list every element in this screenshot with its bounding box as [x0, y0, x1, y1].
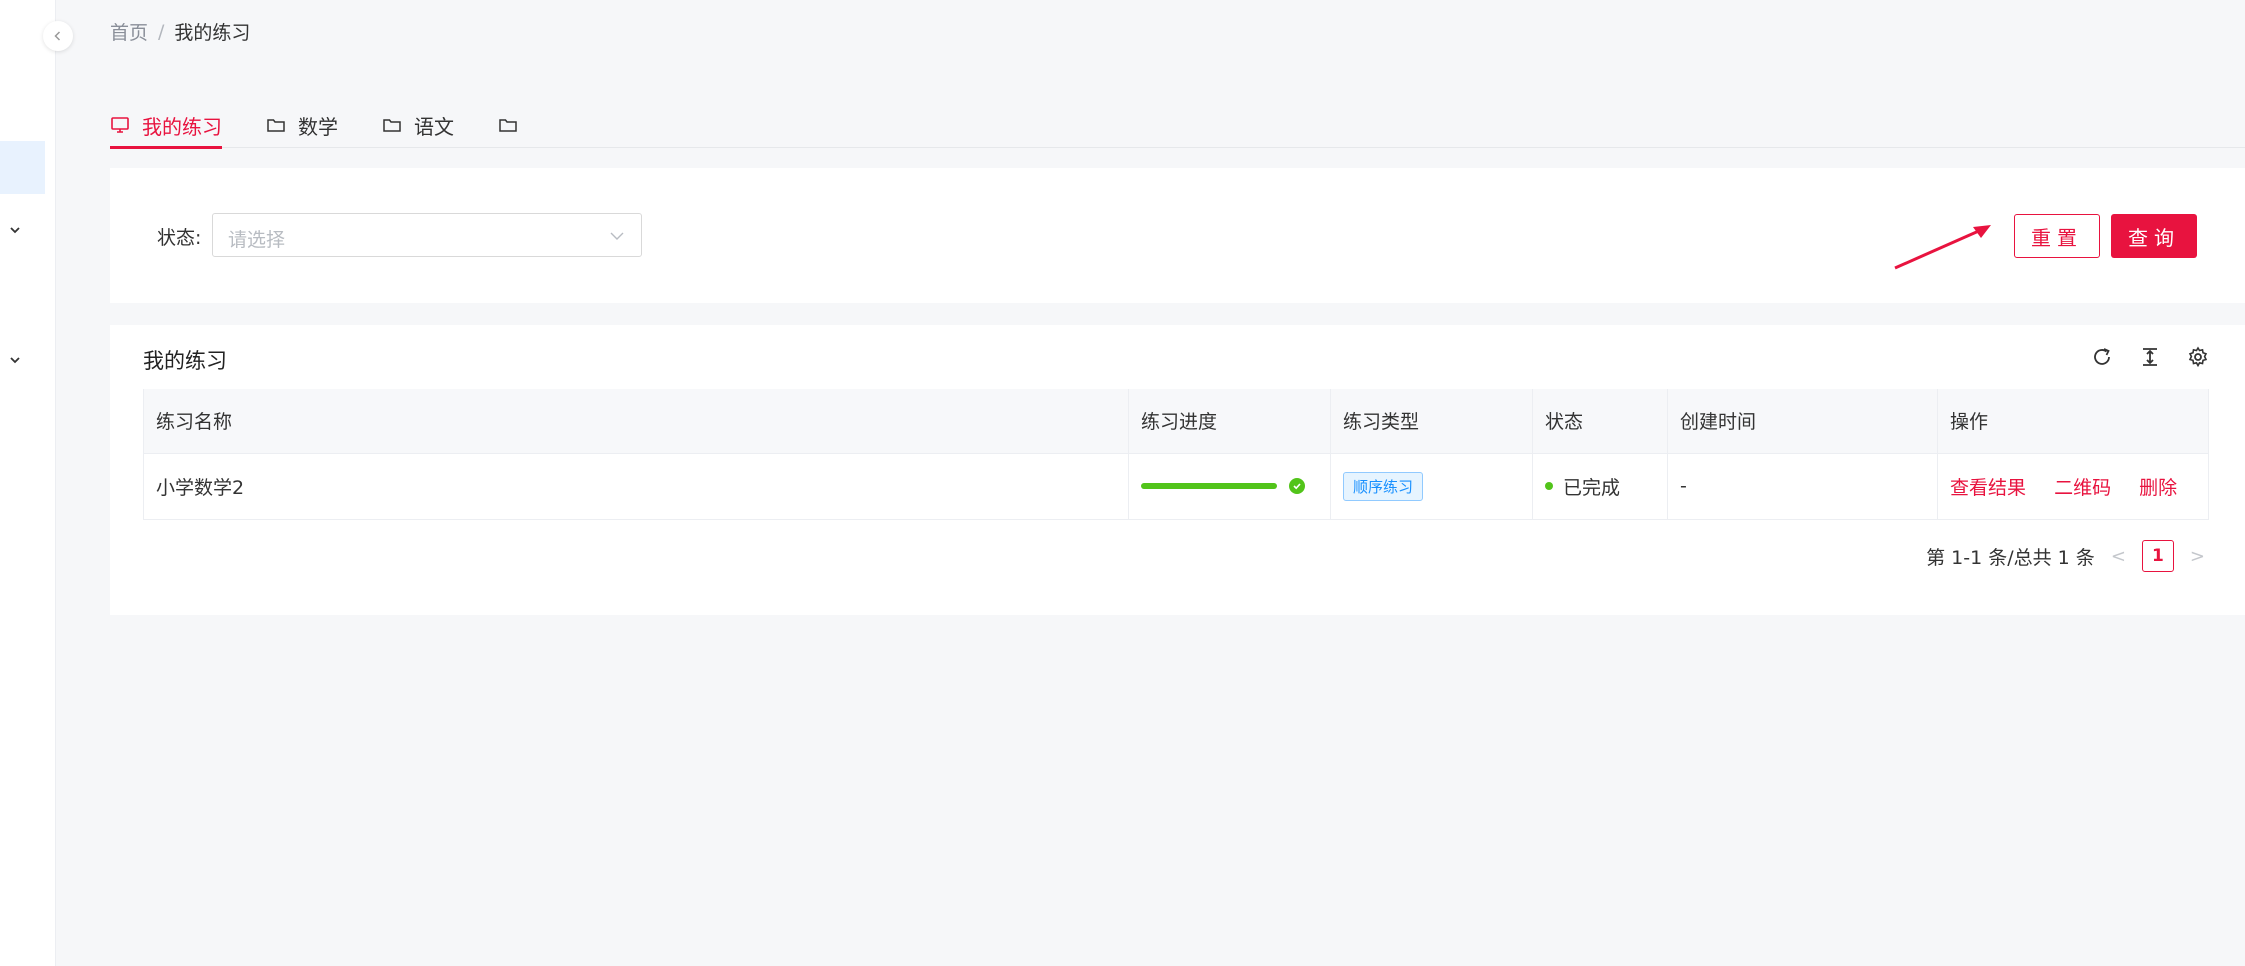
chevron-down-icon [10, 227, 20, 234]
tab-chinese[interactable]: 语文 [382, 94, 454, 148]
breadcrumb: 首页 / 我的练习 [110, 18, 250, 45]
status-select[interactable]: 请选择 [212, 213, 642, 257]
desktop-icon [110, 115, 130, 135]
table-row: 小学数学2 顺序练习 已完成 - 查看结果 二维码 删除 [143, 453, 2209, 520]
annotation-arrow-icon [1894, 225, 1991, 270]
sidebar-active-item[interactable] [0, 141, 45, 194]
status-select-placeholder: 请选择 [228, 229, 286, 251]
chevron-down-icon [10, 357, 20, 364]
breadcrumb-home[interactable]: 首页 [110, 18, 148, 45]
reload-icon[interactable] [2090, 345, 2114, 369]
column-header: 练习类型 [1330, 389, 1533, 454]
status-cell: 已完成 [1532, 453, 1668, 520]
breadcrumb-current: 我的练习 [174, 22, 251, 44]
folder-icon [382, 115, 402, 135]
column-header: 练习进度 [1128, 389, 1331, 454]
created-time-cell: - [1667, 453, 1938, 520]
type-cell: 顺序练习 [1330, 453, 1533, 520]
pagination-summary: 第 1-1 条/总共 1 条 [1926, 546, 2095, 569]
tab-my-practice[interactable]: 我的练习 [110, 94, 222, 149]
progress-cell [1128, 453, 1331, 520]
folder-icon [498, 115, 518, 135]
status-text: 已完成 [1563, 476, 1621, 499]
table-toolbar [2090, 345, 2210, 369]
status-dot-icon [1545, 482, 1553, 490]
table-panel: 我的练习 练习名称 练习进度 练习类型 状态 创建时间 操作 小学数学2 顺序练… [110, 325, 2245, 615]
delete-link[interactable]: 删除 [2139, 477, 2177, 499]
tab-unnamed[interactable] [498, 94, 530, 148]
page-number-current[interactable]: 1 [2141, 540, 2174, 572]
query-button[interactable]: 查询 [2111, 214, 2197, 258]
view-result-link[interactable]: 查看结果 [1950, 477, 2026, 499]
tab-math[interactable]: 数学 [266, 94, 338, 148]
practice-name-cell: 小学数学2 [143, 453, 1129, 520]
folder-icon [266, 115, 286, 135]
column-header: 练习名称 [143, 389, 1129, 454]
breadcrumb-separator: / [158, 20, 165, 43]
tab-label: 语文 [414, 114, 454, 139]
next-page-icon[interactable]: > [2190, 546, 2205, 567]
pagination: 第 1-1 条/总共 1 条 < 1 > [1926, 540, 2205, 572]
actions-cell: 查看结果 二维码 删除 [1937, 453, 2209, 520]
chevron-down-icon [610, 232, 624, 240]
sidebar-collapse-button[interactable] [43, 21, 73, 51]
sidebar-expand-icon[interactable] [7, 222, 23, 238]
column-header: 状态 [1532, 389, 1668, 454]
practice-table: 练习名称 练习进度 练习类型 状态 创建时间 操作 小学数学2 顺序练习 已完成… [143, 389, 2209, 520]
reset-button[interactable]: 重置 [2014, 214, 2100, 258]
table-title: 我的练习 [143, 349, 227, 373]
tab-label: 数学 [298, 114, 338, 139]
column-header: 创建时间 [1667, 389, 1938, 454]
tab-label: 我的练习 [142, 114, 222, 139]
qr-code-link[interactable]: 二维码 [2054, 477, 2111, 499]
chevron-left-icon [54, 31, 61, 41]
column-header: 操作 [1937, 389, 2209, 454]
sidebar-expand-icon[interactable] [7, 352, 23, 368]
check-circle-icon [1289, 478, 1305, 494]
prev-page-icon[interactable]: < [2111, 546, 2126, 567]
status-filter-label: 状态: [157, 227, 202, 249]
progress-bar-fill [1141, 483, 1277, 489]
progress-bar [1141, 483, 1277, 489]
sidebar [0, 0, 73, 966]
practice-type-tag: 顺序练习 [1343, 471, 1424, 501]
tab-bar: 我的练习 数学 语文 [110, 94, 2245, 149]
settings-icon[interactable] [2186, 345, 2210, 369]
density-icon[interactable] [2138, 345, 2162, 369]
